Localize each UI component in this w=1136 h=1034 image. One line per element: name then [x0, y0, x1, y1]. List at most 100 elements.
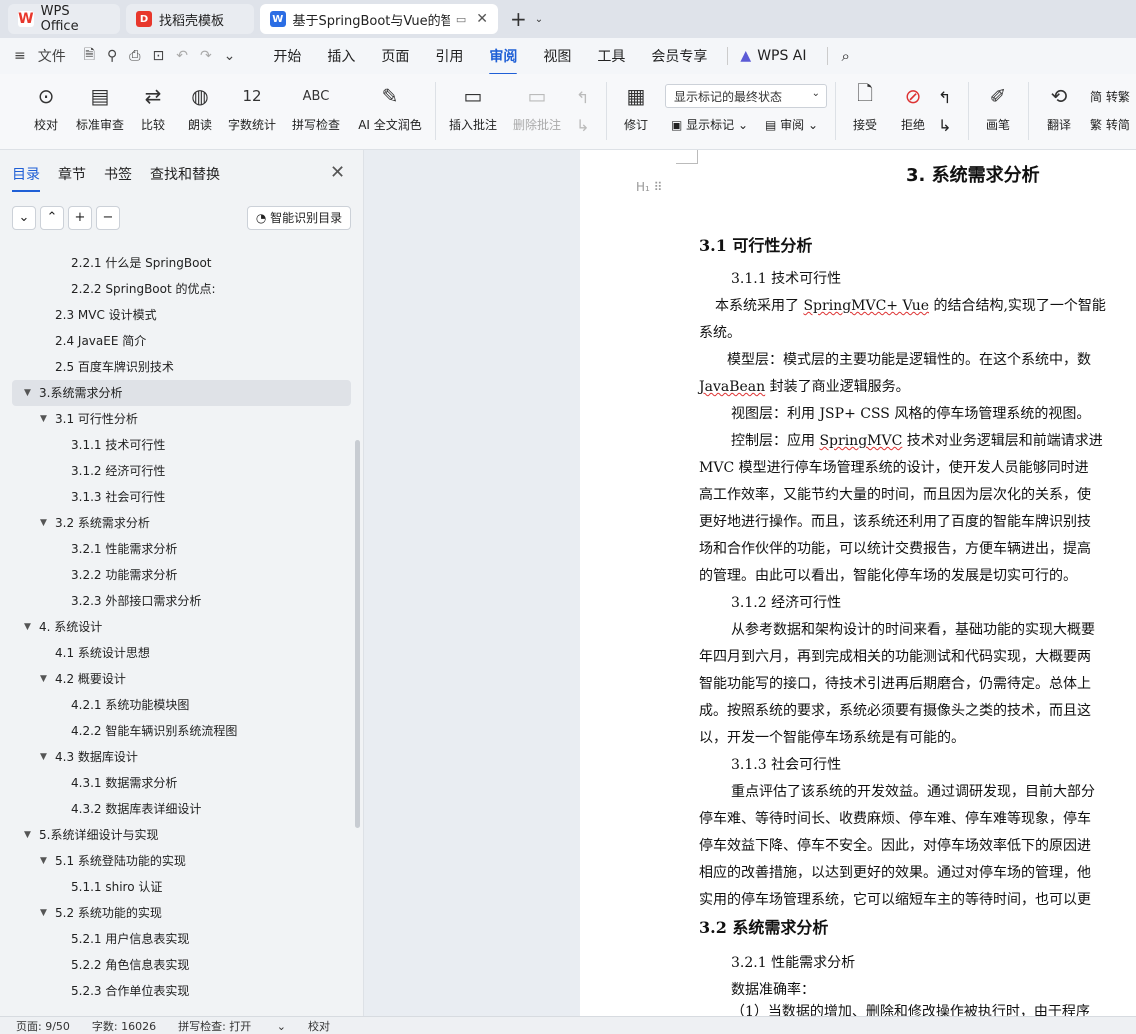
toc-item[interactable]: ▼ 3.2 系统需求分析	[0, 510, 352, 536]
menu-insert[interactable]: 插入	[327, 46, 355, 66]
menu-home[interactable]: 开始	[273, 46, 301, 66]
print-preview-icon[interactable]: ⊡	[152, 48, 164, 64]
expand-triangle-icon[interactable]: ▼	[24, 614, 31, 640]
toc-item[interactable]: 4.2.2 智能车辆识别系统流程图	[0, 718, 352, 744]
prev-change-icon[interactable]: ↰	[938, 88, 951, 107]
toc-item[interactable]: 2.4 JavaEE 简介	[0, 328, 352, 354]
expand-triangle-icon[interactable]: ▼	[40, 406, 47, 432]
chevron-down-icon[interactable]: ⌄	[224, 48, 236, 64]
accept-button[interactable]: 🗋 接受	[844, 81, 886, 133]
close-icon[interactable]: ✕	[476, 11, 488, 27]
toc-item[interactable]: 3.2.3 外部接口需求分析	[0, 588, 352, 614]
show-markup-button[interactable]: ▣ 显示标记 ⌄	[671, 116, 748, 133]
toc-item[interactable]: 4.2.1 系统功能模块图	[0, 692, 352, 718]
search-icon[interactable]: ⌕	[842, 47, 850, 65]
revise-button[interactable]: ▦ 修订	[616, 82, 656, 133]
menu-tools[interactable]: 工具	[597, 46, 625, 66]
toc-item[interactable]: ▼ 3.系统需求分析	[12, 380, 351, 406]
markup-state-select[interactable]: 显示标记的最终状态 ⌄	[665, 84, 827, 108]
menu-review[interactable]: 审阅	[489, 46, 518, 75]
menu-page[interactable]: 页面	[381, 46, 409, 66]
translate-button[interactable]: ⟲ 翻译	[1038, 82, 1080, 133]
expand-triangle-icon[interactable]: ▼	[40, 744, 47, 770]
collapse-all-button[interactable]: ⌄	[12, 206, 36, 230]
print-icon[interactable]: ⎙	[129, 48, 140, 64]
toc-item[interactable]: 3.1.2 经济可行性	[0, 458, 352, 484]
new-tab-plus-icon[interactable]: +	[510, 7, 527, 31]
ai-polish-button[interactable]: ✎ AI 全文润色	[356, 82, 424, 133]
menu-view[interactable]: 视图	[543, 46, 571, 66]
toc-item[interactable]: ▼ 5.2 系统功能的实现	[0, 900, 352, 926]
expand-triangle-icon[interactable]: ▼	[24, 380, 31, 406]
toc-item[interactable]: ▼ 3.1 可行性分析	[0, 406, 352, 432]
menu-references[interactable]: 引用	[435, 46, 463, 66]
menu-wps-ai[interactable]: WPS AI	[757, 48, 806, 64]
spell-check-button[interactable]: ABC 拼写检查	[286, 82, 346, 133]
expand-up-button[interactable]: ⌃	[40, 206, 64, 230]
pen-button[interactable]: ✐ 画笔	[978, 82, 1018, 133]
toc-item[interactable]: 5.2.3 合作单位表实现	[0, 978, 352, 1004]
toc-item[interactable]: 2.3 MVC 设计模式	[0, 302, 352, 328]
toc-item[interactable]: 4.1 系统设计思想	[0, 640, 352, 666]
prev-comment-icon[interactable]: ↰	[576, 88, 589, 107]
toc-item[interactable]: 2.5 百度车牌识别技术	[0, 354, 352, 380]
toc-item[interactable]: 2.2.2 SpringBoot 的优点:	[0, 276, 352, 302]
tab-toc[interactable]: 目录	[12, 164, 40, 192]
toc-item[interactable]: 4.3.1 数据需求分析	[0, 770, 352, 796]
redo-icon[interactable]: ↷	[200, 48, 212, 64]
close-icon[interactable]: ✕	[330, 162, 345, 183]
chevron-down-icon[interactable]: ⌄	[535, 14, 543, 25]
heading-handle-icon[interactable]: H₁ ⠿	[636, 180, 662, 194]
tab-bookmarks[interactable]: 书签	[104, 164, 132, 192]
document-page[interactable]: H₁ ⠿ 3. 系统需求分析 3.1 可行性分析 3.1.1 技术可行性 本系统…	[580, 150, 1136, 1016]
menu-file[interactable]: 文件	[38, 46, 66, 66]
page-indicator[interactable]: 页面: 9/50	[16, 1018, 70, 1034]
toc-item[interactable]: ▼ 4.3 数据库设计	[0, 744, 352, 770]
smart-toc-button[interactable]: ◔ 智能识别目录	[247, 206, 351, 230]
reject-button[interactable]: ⊘ 拒绝	[892, 82, 934, 133]
export-icon[interactable]: ⚲	[107, 48, 117, 64]
next-change-icon[interactable]: ↳	[938, 116, 951, 135]
remove-heading-button[interactable]: −	[96, 206, 120, 230]
toc-item[interactable]: 3.2.1 性能需求分析	[0, 536, 352, 562]
menu-member[interactable]: 会员专享	[651, 46, 707, 66]
simp-to-trad-button[interactable]: 简 转繁	[1090, 88, 1130, 105]
toc-item[interactable]: 5.2.1 用户信息表实现	[0, 926, 352, 952]
toc-item[interactable]: 3.1.1 技术可行性	[0, 432, 352, 458]
toc-item[interactable]: 3.1.3 社会可行性	[0, 484, 352, 510]
spell-check-status[interactable]: 拼写检查: 打开 ⌄	[178, 1018, 286, 1034]
hamburger-icon[interactable]: ≡	[14, 48, 26, 64]
toc-item[interactable]: ▼ 5.系统详细设计与实现	[0, 822, 352, 848]
delete-comment-button[interactable]: ▭ 删除批注	[506, 82, 568, 133]
expand-triangle-icon[interactable]: ▼	[24, 822, 31, 848]
toc-item[interactable]: ▼ 5.1 系统登陆功能的实现	[0, 848, 352, 874]
standard-review-button[interactable]: ▤ 标准审查	[74, 82, 126, 133]
tab-docer[interactable]: D 找稻壳模板	[126, 4, 254, 34]
toc-item[interactable]: 3.2.2 功能需求分析	[0, 562, 352, 588]
insert-comment-button[interactable]: ▭ 插入批注	[446, 82, 500, 133]
word-count-status[interactable]: 字数: 16026	[92, 1018, 156, 1034]
next-comment-icon[interactable]: ↳	[576, 116, 589, 135]
read-aloud-button[interactable]: ◍ 朗读	[182, 82, 218, 133]
expand-triangle-icon[interactable]: ▼	[40, 848, 47, 874]
toc-item[interactable]: 5.1.1 shiro 认证	[0, 874, 352, 900]
tab-find-replace[interactable]: 查找和替换	[150, 164, 220, 192]
tab-chapters[interactable]: 章节	[58, 164, 86, 192]
toc-item[interactable]: 5.2.2 角色信息表实现	[0, 952, 352, 978]
add-heading-button[interactable]: +	[68, 206, 92, 230]
toc-item[interactable]: 4.3.2 数据库表详细设计	[0, 796, 352, 822]
expand-triangle-icon[interactable]: ▼	[40, 900, 47, 926]
toc-item[interactable]: ▼ 4. 系统设计	[0, 614, 352, 640]
toc-item[interactable]: ▼ 4.2 概要设计	[0, 666, 352, 692]
tab-wps-office[interactable]: W WPS Office	[8, 4, 120, 34]
expand-triangle-icon[interactable]: ▼	[40, 666, 47, 692]
review-pane-button[interactable]: ▤ 审阅 ⌄	[765, 116, 818, 133]
undo-icon[interactable]: ↶	[176, 48, 188, 64]
toc-scrollbar[interactable]	[355, 440, 360, 828]
tab-document[interactable]: W 基于SpringBoot与Vue的智能 ▭ ✕	[260, 4, 498, 34]
proofread-button[interactable]: ⊙ 校对	[28, 82, 64, 133]
proof-status[interactable]: 校对	[308, 1018, 330, 1034]
compare-button[interactable]: ⇄ 比较	[134, 82, 172, 133]
trad-to-simp-button[interactable]: 繁 转简	[1090, 116, 1130, 133]
expand-triangle-icon[interactable]: ▼	[40, 510, 47, 536]
